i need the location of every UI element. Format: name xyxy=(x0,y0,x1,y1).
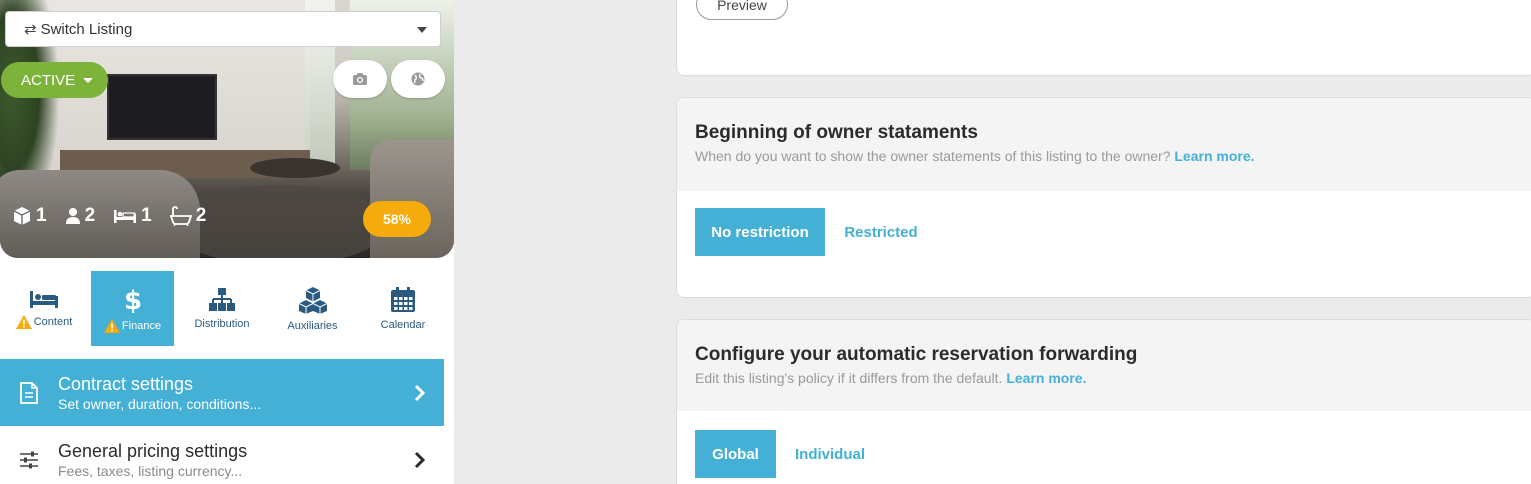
menu-item-general-pricing[interactable]: General pricing settings Fees, taxes, li… xyxy=(0,426,444,484)
warning-icon xyxy=(103,318,120,333)
preview-button[interactable]: Preview xyxy=(696,0,788,20)
bedrooms-count: 1 xyxy=(141,205,152,226)
tab-auxiliaries[interactable]: Auxiliaries xyxy=(270,271,355,346)
menu-item-title: Contract settings xyxy=(58,373,194,394)
warning-icon xyxy=(15,314,32,329)
card-subtitle: Edit this listing's policy if it differs… xyxy=(695,370,1517,386)
preview-card: Preview xyxy=(676,0,1531,76)
svg-text:$: $ xyxy=(124,286,142,313)
tab-auxiliaries-label: Auxiliaries xyxy=(287,319,338,332)
switch-listing-label: Switch Listing xyxy=(40,20,133,38)
tab-finance-label: Finance xyxy=(121,319,162,332)
tab-content-label: Content xyxy=(33,315,73,328)
no-restriction-button[interactable]: No restriction xyxy=(695,208,825,256)
cubes-icon xyxy=(298,286,327,314)
sitemap-icon xyxy=(209,287,235,311)
tab-calendar[interactable]: Calendar xyxy=(361,271,445,346)
bed-icon xyxy=(114,210,137,223)
globe-icon xyxy=(411,72,425,86)
website-button[interactable] xyxy=(391,60,445,98)
learn-more-link[interactable]: Learn more. xyxy=(1006,370,1086,386)
card-header: Beginning of owner stataments When do yo… xyxy=(677,98,1531,191)
switch-listing-dropdown[interactable]: ⇄ Switch Listing xyxy=(5,11,441,47)
card-subtitle-text: Edit this listing's policy if it differs… xyxy=(695,370,1003,386)
global-button[interactable]: Global xyxy=(695,430,776,478)
listing-sidebar: ⇄ Switch Listing ACTIVE 1 2 1 2 58% Cont… xyxy=(0,0,454,484)
completion-badge: 58% xyxy=(363,201,431,237)
menu-item-subtitle: Fees, taxes, listing currency... xyxy=(58,462,243,479)
tab-content[interactable]: Content xyxy=(0,271,88,346)
menu-item-title: General pricing settings xyxy=(58,440,248,461)
status-label: ACTIVE xyxy=(21,71,76,89)
bedrooms-stat: 1 xyxy=(113,205,152,227)
card-subtitle-text: When do you want to show the owner state… xyxy=(695,148,1171,164)
reservation-forwarding-card: Configure your automatic reservation for… xyxy=(676,319,1531,484)
photos-button[interactable] xyxy=(333,60,387,98)
chevron-right-icon xyxy=(414,384,426,401)
bathrooms-stat: 2 xyxy=(169,205,207,227)
document-icon xyxy=(20,381,38,404)
owner-statements-card: Beginning of owner stataments When do yo… xyxy=(676,97,1531,298)
tab-distribution-label: Distribution xyxy=(194,317,250,330)
guests-stat: 2 xyxy=(65,205,96,227)
chevron-right-icon xyxy=(414,451,426,468)
restricted-button[interactable]: Restricted xyxy=(831,208,931,256)
bed-icon xyxy=(30,290,58,308)
chevron-down-icon xyxy=(417,27,427,33)
dollar-icon: $ xyxy=(124,286,142,313)
switch-arrows-icon: ⇄ xyxy=(24,21,37,38)
tab-finance[interactable]: $ Finance xyxy=(91,271,174,346)
status-dropdown[interactable]: ACTIVE xyxy=(1,62,108,98)
listing-stats: 1 2 1 2 xyxy=(12,205,224,227)
card-title: Beginning of owner stataments xyxy=(695,122,978,143)
tab-distribution[interactable]: Distribution xyxy=(180,271,264,346)
learn-more-link[interactable]: Learn more. xyxy=(1174,148,1254,164)
listing-nav: Content $ Finance Distribution Auxiliari… xyxy=(0,271,454,346)
caret-down-icon xyxy=(83,77,94,83)
card-title: Configure your automatic reservation for… xyxy=(695,344,1138,365)
camera-icon xyxy=(353,73,367,85)
bathrooms-count: 2 xyxy=(195,205,207,226)
sliders-icon xyxy=(20,451,38,468)
user-icon xyxy=(65,208,80,224)
card-subtitle: When do you want to show the owner state… xyxy=(695,148,1517,164)
units-count: 1 xyxy=(36,205,47,226)
card-header: Configure your automatic reservation for… xyxy=(677,320,1531,411)
guests-count: 2 xyxy=(84,205,96,226)
menu-item-contract-settings[interactable]: Contract settings Set owner, duration, c… xyxy=(0,359,444,426)
bathtub-icon xyxy=(169,206,192,226)
cube-icon xyxy=(13,207,31,225)
tab-calendar-label: Calendar xyxy=(380,318,426,331)
individual-button[interactable]: Individual xyxy=(782,430,878,478)
units-stat: 1 xyxy=(12,205,47,227)
calendar-icon xyxy=(391,286,415,312)
menu-item-subtitle: Set owner, duration, conditions... xyxy=(58,395,262,412)
